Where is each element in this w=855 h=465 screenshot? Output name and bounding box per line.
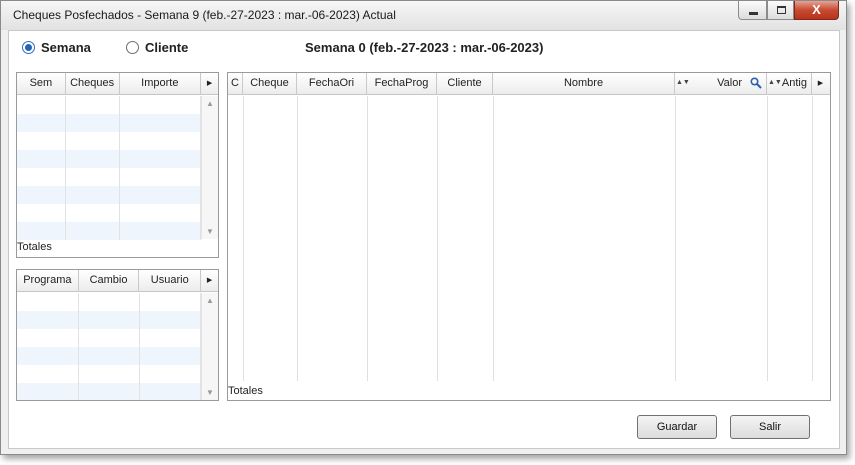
week-heading: Semana 0 (feb.-27-2023 : mar.-06-2023) <box>305 40 544 55</box>
table-row[interactable] <box>17 132 201 150</box>
column-header-fechaprog[interactable]: FechaProg <box>367 73 437 95</box>
cheques-grid-body[interactable] <box>228 96 830 381</box>
close-icon: X <box>812 2 821 17</box>
changes-grid-header: Programa Cambio Usuario ▶ <box>17 270 218 292</box>
column-header-importe[interactable]: Importe <box>120 73 202 95</box>
sort-icon[interactable]: ▲▼ <box>676 73 690 93</box>
weeks-grid-rows <box>17 96 201 240</box>
table-row[interactable] <box>17 311 201 329</box>
table-row[interactable] <box>17 114 201 132</box>
table-row[interactable] <box>17 383 201 400</box>
window-content: Semana Cliente Semana 0 (feb.-27-2023 : … <box>8 30 840 449</box>
maximize-button[interactable] <box>767 1 794 20</box>
column-header-programa[interactable]: Programa <box>17 270 79 292</box>
table-row[interactable] <box>17 96 201 114</box>
column-header-sem[interactable]: Sem <box>17 73 66 95</box>
changes-grid-rows <box>17 293 201 400</box>
column-header-antig[interactable]: ▲▼ Antig <box>767 73 812 95</box>
scroll-up-icon[interactable]: ▲ <box>202 99 218 108</box>
table-row[interactable] <box>17 150 201 168</box>
table-row[interactable] <box>17 347 201 365</box>
column-header-antig-label: Antig <box>781 77 807 89</box>
column-header-usuario[interactable]: Usuario <box>139 270 202 292</box>
caret-right-icon[interactable]: ▶ <box>201 270 218 292</box>
column-header-cambio[interactable]: Cambio <box>79 270 140 292</box>
scroll-down-icon[interactable]: ▼ <box>202 227 218 236</box>
table-row[interactable] <box>17 186 201 204</box>
scroll-down-icon[interactable]: ▼ <box>202 388 218 397</box>
table-row[interactable] <box>17 168 201 186</box>
table-row[interactable] <box>17 222 201 240</box>
sort-icon[interactable]: ▲▼ <box>768 73 782 93</box>
weeks-totals-label: Totales <box>17 241 52 253</box>
changes-grid[interactable]: Programa Cambio Usuario ▶ ▲ ▼ <box>16 269 219 401</box>
table-row[interactable] <box>17 204 201 222</box>
close-button[interactable]: X <box>794 1 839 20</box>
radio-cliente[interactable]: Cliente <box>126 40 188 55</box>
radio-semana[interactable]: Semana <box>22 40 91 55</box>
table-row[interactable] <box>17 329 201 347</box>
maximize-icon <box>777 6 786 14</box>
minimize-icon <box>749 12 758 15</box>
weeks-grid[interactable]: Sem Cheques Importe ▶ ▲ ▼ Totales <box>16 72 219 258</box>
column-header-c[interactable]: C <box>228 73 243 95</box>
exit-button[interactable]: Salir <box>730 415 810 439</box>
cheques-grid[interactable]: C Cheque FechaOri FechaProg Cliente Nomb… <box>227 72 831 401</box>
column-header-fechaori[interactable]: FechaOri <box>297 73 367 95</box>
save-button[interactable]: Guardar <box>637 415 717 439</box>
weeks-grid-header: Sem Cheques Importe ▶ <box>17 73 218 95</box>
window-title: Cheques Posfechados - Semana 9 (feb.-27-… <box>13 8 396 22</box>
column-header-cheque[interactable]: Cheque <box>243 73 297 95</box>
changes-grid-scrollbar[interactable]: ▲ ▼ <box>201 293 218 400</box>
search-icon[interactable] <box>750 77 762 89</box>
table-row[interactable] <box>17 365 201 383</box>
radio-cliente-indicator[interactable] <box>126 41 139 54</box>
column-header-cliente[interactable]: Cliente <box>437 73 493 95</box>
radio-cliente-label[interactable]: Cliente <box>145 40 188 55</box>
minimize-button[interactable] <box>738 1 767 20</box>
cheques-totals-label: Totales <box>228 385 263 397</box>
column-header-nombre[interactable]: Nombre <box>493 73 675 95</box>
caret-right-icon[interactable]: ▶ <box>201 73 218 95</box>
app-window: Cheques Posfechados - Semana 9 (feb.-27-… <box>0 0 847 455</box>
cheques-grid-header: C Cheque FechaOri FechaProg Cliente Nomb… <box>228 73 830 95</box>
scroll-up-icon[interactable]: ▲ <box>202 296 218 305</box>
table-row[interactable] <box>17 293 201 311</box>
column-header-valor-label: Valor <box>717 77 742 89</box>
title-bar: Cheques Posfechados - Semana 9 (feb.-27-… <box>1 1 846 30</box>
column-header-valor[interactable]: ▲▼ Valor <box>675 73 767 95</box>
radio-semana-indicator[interactable] <box>22 41 35 54</box>
caret-right-icon[interactable]: ▶ <box>812 73 829 95</box>
radio-semana-label[interactable]: Semana <box>41 40 91 55</box>
weeks-grid-scrollbar[interactable]: ▲ ▼ <box>201 96 218 239</box>
column-header-cheques[interactable]: Cheques <box>66 73 120 95</box>
